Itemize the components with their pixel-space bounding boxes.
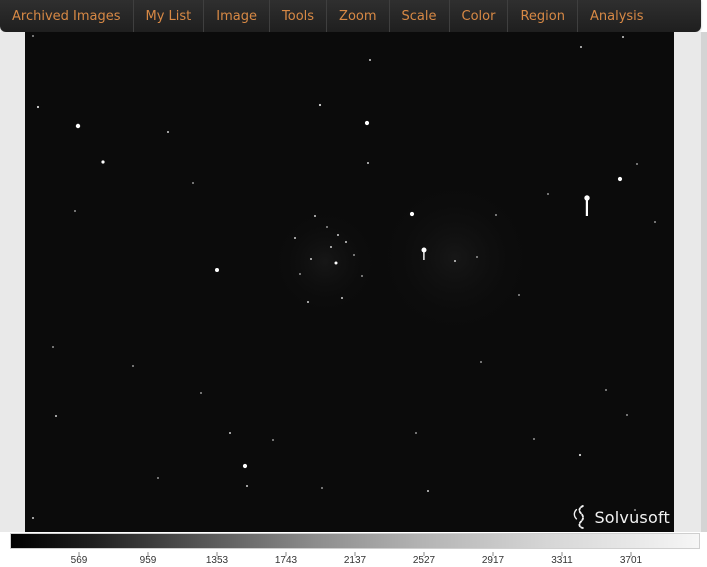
menu-my-list[interactable]: My List bbox=[134, 0, 205, 32]
colorbar-label-959: 959 bbox=[139, 555, 157, 566]
colorbar-label-3701: 3701 bbox=[619, 555, 643, 566]
menu-color-label: Color bbox=[461, 8, 496, 24]
menu-image[interactable]: Image bbox=[204, 0, 271, 32]
colorbar-label-2527: 2527 bbox=[412, 555, 436, 566]
colorbar-label-1743: 1743 bbox=[274, 555, 298, 566]
menu-archived-images-label: Archived Images bbox=[12, 8, 121, 24]
menu-image-label: Image bbox=[216, 8, 258, 24]
colorbar-label-2137: 2137 bbox=[343, 555, 367, 566]
menu-archived-images[interactable]: Archived Images bbox=[0, 0, 134, 32]
solvusoft-watermark-text: Solvusoft bbox=[594, 507, 670, 527]
menu-analysis-label: Analysis bbox=[589, 8, 644, 24]
menu-zoom[interactable]: Zoom bbox=[327, 0, 390, 32]
menu-color[interactable]: Color bbox=[450, 0, 509, 32]
colorbar-labels: 569 959 1353 1743 2137 2527 2917 3311 37… bbox=[0, 552, 707, 567]
colorbar-label-3311: 3311 bbox=[551, 555, 573, 566]
right-scroll-edge bbox=[701, 32, 707, 532]
menu-region-label: Region bbox=[520, 8, 565, 24]
fits-image-display[interactable]: Solvusoft bbox=[25, 32, 674, 532]
menu-region[interactable]: Region bbox=[508, 0, 578, 32]
astro-image-viewer: Archived Images My List Image Tools Zoom… bbox=[0, 0, 707, 567]
left-gutter bbox=[0, 32, 25, 532]
solvusoft-watermark: Solvusoft bbox=[570, 504, 670, 530]
menu-analysis[interactable]: Analysis bbox=[578, 0, 658, 32]
menu-bar: Archived Images My List Image Tools Zoom… bbox=[0, 0, 701, 32]
colorbar bbox=[10, 533, 700, 549]
colorbar-label-2917: 2917 bbox=[481, 555, 505, 566]
colorbar-label-569: 569 bbox=[70, 555, 88, 566]
menu-my-list-label: My List bbox=[145, 8, 192, 24]
star-field bbox=[25, 32, 674, 532]
menu-zoom-label: Zoom bbox=[339, 8, 377, 24]
solvusoft-logo-icon bbox=[574, 505, 585, 529]
menu-tools-label: Tools bbox=[282, 8, 315, 24]
colorbar-label-1353: 1353 bbox=[205, 555, 229, 566]
right-gutter bbox=[674, 32, 701, 532]
menu-scale-label: Scale bbox=[401, 8, 437, 24]
menu-scale[interactable]: Scale bbox=[390, 0, 450, 32]
menu-tools[interactable]: Tools bbox=[270, 0, 328, 32]
